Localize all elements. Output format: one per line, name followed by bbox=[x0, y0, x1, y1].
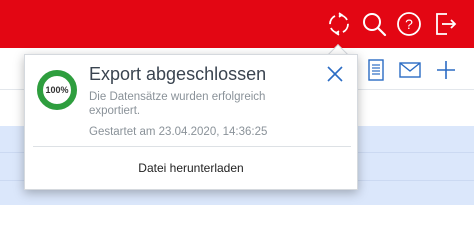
progress-label: 100% bbox=[45, 85, 69, 95]
close-icon[interactable] bbox=[324, 63, 346, 85]
help-icon[interactable]: ? bbox=[395, 10, 423, 38]
sync-icon[interactable] bbox=[325, 10, 353, 38]
document-icon[interactable] bbox=[364, 58, 388, 82]
started-timestamp: Gestartet am 23.04.2020, 14:36:25 bbox=[89, 126, 268, 138]
plus-icon[interactable] bbox=[434, 58, 458, 82]
download-button[interactable]: Datei herunterladen bbox=[25, 147, 357, 189]
notification-description: Die Datensätze wurden erfolgreich export… bbox=[89, 91, 266, 117]
mail-icon[interactable] bbox=[398, 58, 422, 82]
app-header: ? bbox=[0, 0, 474, 48]
search-icon[interactable] bbox=[360, 10, 388, 38]
notification-title: Export abgeschlossen bbox=[89, 64, 267, 84]
export-notification: 100% Export abgeschlossen Die Datensätze… bbox=[24, 54, 358, 190]
progress-ring: 100% bbox=[36, 69, 78, 111]
logout-icon[interactable] bbox=[431, 10, 459, 38]
svg-text:?: ? bbox=[405, 16, 413, 32]
